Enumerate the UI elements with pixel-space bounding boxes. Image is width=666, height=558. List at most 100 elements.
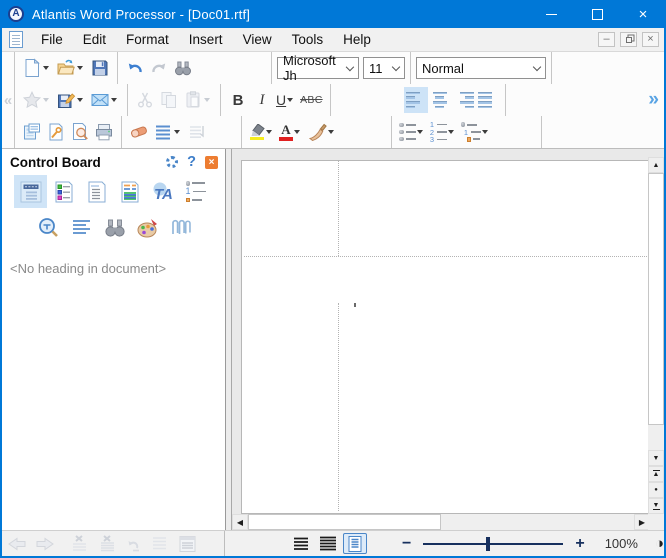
minimize-button[interactable] [528,0,574,28]
horizontal-scrollbar-trough[interactable] [441,514,634,530]
next-page-button[interactable]: ▼ [648,498,664,514]
save-special-button[interactable] [54,87,88,113]
print-button[interactable] [92,119,116,145]
help-icon[interactable]: ? [187,154,196,170]
chevron-left-icon: « [4,92,12,109]
page-setup-button[interactable] [20,119,44,145]
multilevel-list-button[interactable]: 1 [459,119,493,145]
bullets-button[interactable] [397,119,428,145]
tab-fonts[interactable]: TA [146,175,179,208]
menu-help[interactable]: Help [333,28,381,52]
align-justify-icon [478,92,498,109]
tab-paragraphs[interactable] [65,211,98,244]
format-painter-button[interactable] [305,119,339,145]
print-preview-button[interactable] [68,119,92,145]
zoom-slider[interactable] [423,543,563,545]
zoom-in-button[interactable]: + [569,536,590,552]
page-setup-icon [22,122,42,142]
view-online-button[interactable] [316,533,340,554]
tab-numbering[interactable]: 1 [179,175,212,208]
menu-edit[interactable]: Edit [73,28,116,52]
mdi-minimize-button[interactable]: – [598,32,615,47]
italic-button[interactable]: I [250,87,274,113]
scroll-left-button[interactable]: ◀ [232,514,248,530]
vertical-scrollbar-trough[interactable] [648,425,664,450]
email-icon [90,90,110,110]
menu-view[interactable]: View [233,28,282,52]
print-preview-icon [70,122,90,142]
previous-page-button[interactable]: ▲ [648,466,664,482]
tab-zoom[interactable] [32,211,65,244]
new-document-button[interactable] [20,55,54,81]
menu-file[interactable]: File [31,28,73,52]
tab-headings[interactable] [14,175,47,208]
line-spacing-button[interactable] [151,119,185,145]
undo-icon [125,58,145,78]
font-color-button[interactable]: A [277,119,305,145]
text-caret [354,303,356,307]
color-scheme-icon[interactable]: ◑ [655,536,664,551]
headings-empty-message: <No heading in document> [2,244,225,293]
bullets-icon [399,123,416,142]
mdi-close-button[interactable]: × [642,32,659,47]
vertical-scrollbar-thumb[interactable] [648,173,664,425]
undo-button[interactable] [123,55,147,81]
tab-review[interactable] [113,175,146,208]
menu-tools[interactable]: Tools [282,28,334,52]
copy-button [157,87,181,113]
control-board-title: Control Board [10,155,166,170]
zoom-slider-handle[interactable] [486,537,490,551]
up-arrow-icon: ▲ [653,162,660,169]
style-group: Normal [411,52,552,84]
cut-heading-icon [68,534,90,554]
email-button[interactable] [88,87,122,113]
select-browse-object-button[interactable]: ● [648,482,664,498]
style-select[interactable]: Normal [416,57,546,79]
open-button[interactable] [54,55,88,81]
chevron-down-icon [533,62,541,70]
settings-gear-icon[interactable] [166,156,178,168]
align-justify-button[interactable] [476,87,500,113]
tab-search[interactable] [98,211,131,244]
tab-fields[interactable] [80,175,113,208]
align-left-button[interactable] [404,87,428,113]
eraser-button[interactable] [127,119,151,145]
save-button[interactable] [88,55,112,81]
font-name-select[interactable]: Microsoft Jh [277,57,359,79]
toolbar-more-button[interactable]: » [648,88,659,112]
scroll-down-button[interactable]: ▼ [648,450,664,466]
panel-close-button[interactable]: × [205,156,218,169]
numbering-button[interactable]: 1 2 3 [428,119,459,145]
close-button[interactable]: × [620,0,666,28]
print-group [15,116,122,148]
maximize-button[interactable] [574,0,620,28]
document-page[interactable] [241,160,650,514]
find-button[interactable] [171,55,195,81]
menu-insert[interactable]: Insert [179,28,233,52]
font-size-select[interactable]: 11 [363,57,405,79]
vertical-scrollbar[interactable]: ▲ ▼ ▲ ● ▼ [648,157,664,514]
horizontal-scrollbar-thumb[interactable] [248,514,441,530]
bookmarks-tab-icon [52,180,76,204]
document-system-icon[interactable] [9,31,23,48]
toolbar-row-2: B I U ABC [14,84,506,116]
align-center-button[interactable] [428,87,452,113]
bold-button[interactable]: B [226,87,250,113]
document-options-button[interactable] [44,119,68,145]
strikethrough-button[interactable]: ABC [298,87,325,113]
mdi-restore-button[interactable] [620,32,637,47]
view-draft-button[interactable] [289,533,313,554]
underline-button[interactable]: U [274,87,298,113]
menu-format[interactable]: Format [116,28,179,52]
heading-map-icon [176,534,198,554]
zoom-out-button[interactable]: − [396,536,417,552]
horizontal-scrollbar[interactable]: ◀ ▶ [232,514,650,530]
tab-bookmarks[interactable] [47,175,80,208]
tab-clips[interactable] [164,211,197,244]
highlight-button[interactable] [247,119,277,145]
view-page-layout-button[interactable] [343,533,367,554]
scroll-up-button[interactable]: ▲ [648,157,664,173]
tab-colors[interactable] [131,211,164,244]
align-right-button[interactable] [452,87,476,113]
alignment-group [399,84,506,116]
